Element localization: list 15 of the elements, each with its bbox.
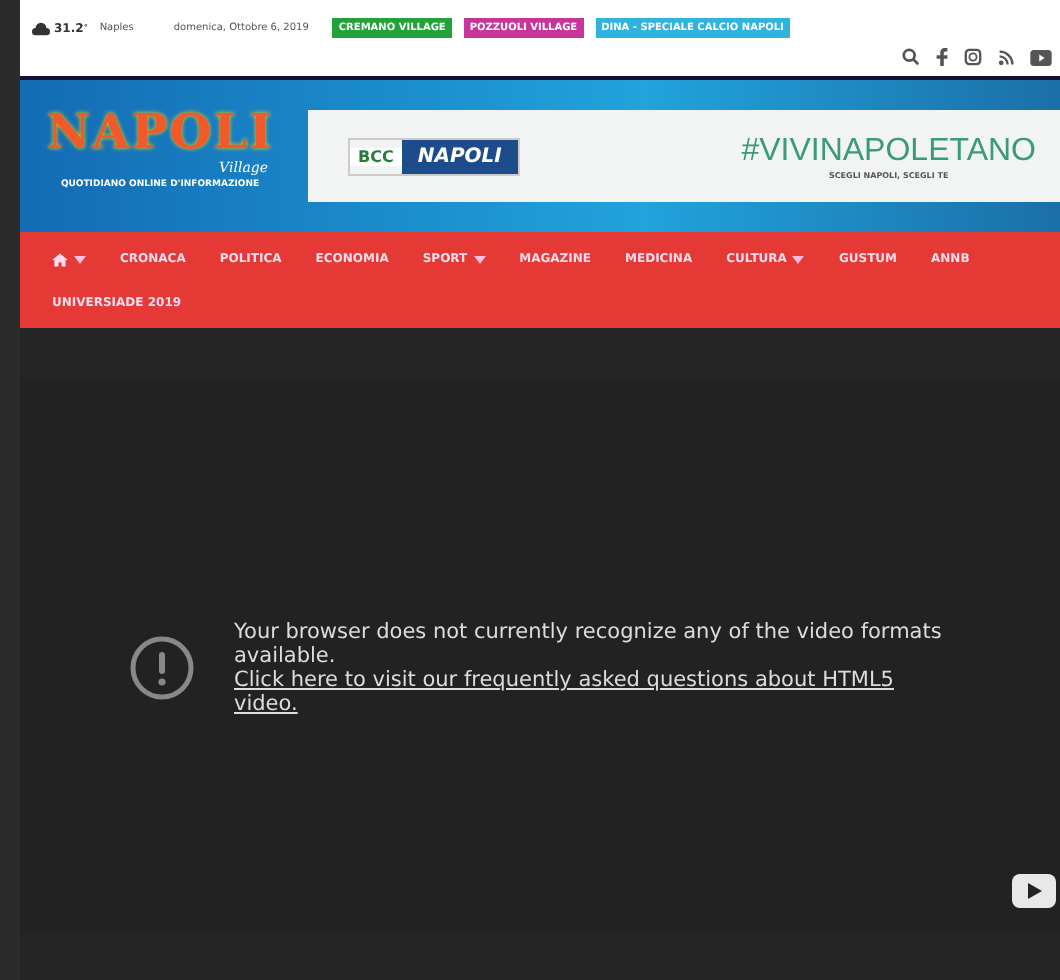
caret-icon <box>473 255 486 263</box>
search-icon[interactable] <box>902 48 920 66</box>
facebook-icon[interactable] <box>936 48 948 66</box>
cloud-icon <box>32 21 50 35</box>
caret-icon <box>74 255 86 263</box>
faq-link[interactable]: Click here to visit our frequently asked questions about HTML5 video. <box>234 668 964 716</box>
rss-icon[interactable] <box>998 50 1014 66</box>
instagram-icon[interactable] <box>964 48 982 66</box>
home-icon <box>52 251 68 267</box>
youtube-icon[interactable] <box>1030 50 1052 66</box>
play-icon[interactable] <box>1012 874 1056 908</box>
home-menu-item[interactable] <box>52 251 86 267</box>
caret-icon <box>792 255 805 263</box>
warning-icon <box>130 636 194 700</box>
error-message: Your browser does not currently recognize any of the video formats available. <box>234 620 944 668</box>
